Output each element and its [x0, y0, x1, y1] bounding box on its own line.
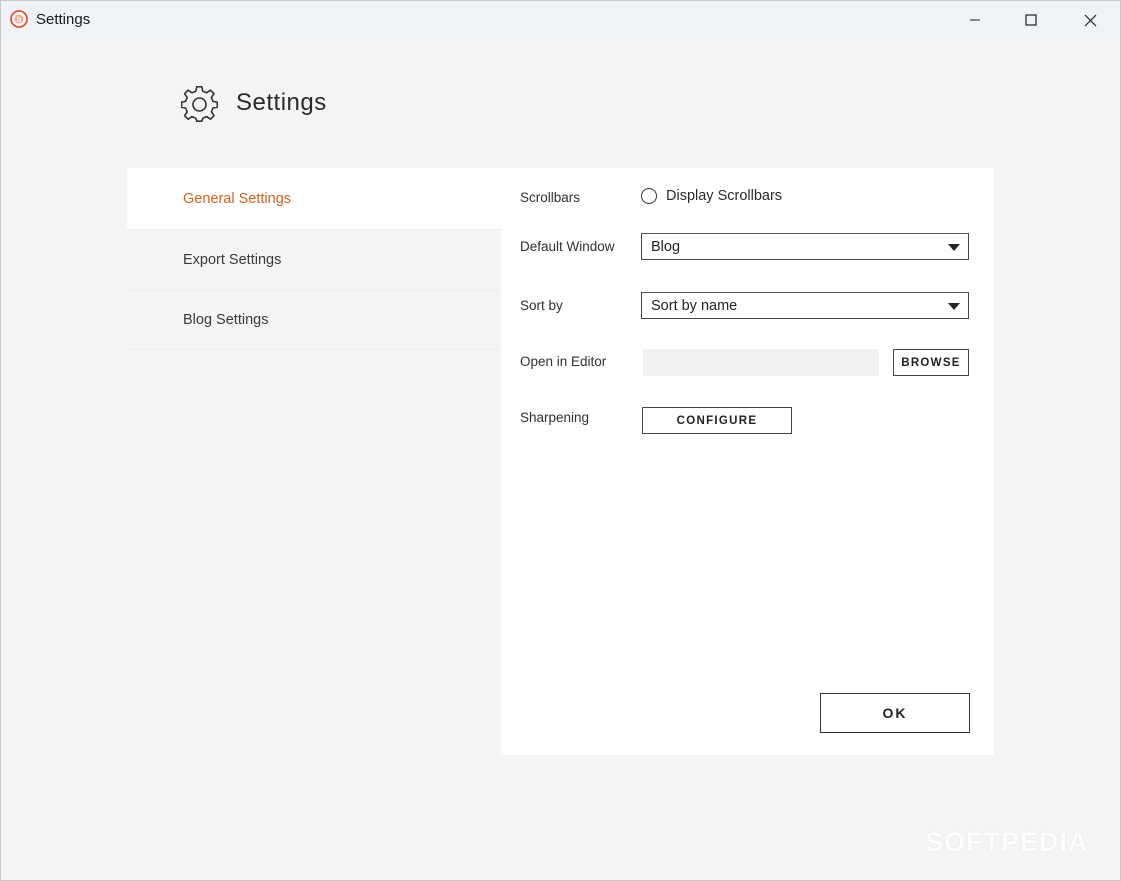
- general-settings-panel: Scrollbars Display Scrollbars Default Wi…: [501, 168, 994, 755]
- default-window-select[interactable]: Blog: [641, 233, 969, 260]
- ok-button[interactable]: OK: [820, 693, 970, 733]
- maximize-button[interactable]: [1008, 1, 1054, 39]
- default-window-value: Blog: [651, 238, 681, 255]
- display-scrollbars-radio[interactable]: [641, 188, 657, 204]
- svg-text:b: b: [17, 15, 22, 24]
- nav-item-blog-settings[interactable]: Blog Settings: [127, 290, 501, 350]
- minimize-icon: [969, 14, 981, 26]
- minimize-button[interactable]: [952, 1, 998, 39]
- sort-by-value: Sort by name: [651, 297, 738, 314]
- sharpening-label: Sharpening: [520, 410, 590, 425]
- title-bar[interactable]: b Settings: [1, 1, 1120, 39]
- default-window-label: Default Window: [520, 239, 615, 254]
- gear-icon: [180, 85, 219, 123]
- close-button[interactable]: [1067, 1, 1113, 39]
- softpedia-watermark: SOFTPEDIA: [925, 827, 1089, 857]
- scrollbars-label: Scrollbars: [520, 190, 581, 205]
- maximize-icon: [1025, 14, 1037, 26]
- sort-by-select[interactable]: Sort by name: [641, 292, 969, 319]
- display-scrollbars-label[interactable]: Display Scrollbars: [666, 188, 782, 204]
- chevron-down-icon: [948, 244, 960, 251]
- close-icon: [1084, 14, 1097, 27]
- chevron-down-icon: [948, 303, 960, 310]
- sort-by-label: Sort by: [520, 298, 563, 313]
- nav-item-export-settings[interactable]: Export Settings: [127, 230, 501, 290]
- app-logo-icon: b: [10, 10, 28, 28]
- window-title: Settings: [36, 11, 91, 28]
- page-title: Settings: [236, 89, 327, 116]
- configure-button[interactable]: CONFIGURE: [642, 407, 792, 434]
- display-scrollbars-option[interactable]: Display Scrollbars: [641, 188, 782, 204]
- browse-button[interactable]: BROWSE: [893, 349, 969, 376]
- open-in-editor-path-field[interactable]: [643, 349, 879, 376]
- open-in-editor-label: Open in Editor: [520, 354, 607, 369]
- settings-window: b Settings Settings General Settings Exp…: [0, 0, 1121, 881]
- nav-item-general-settings[interactable]: General Settings: [127, 168, 501, 230]
- settings-nav: General Settings Export Settings Blog Se…: [127, 168, 501, 350]
